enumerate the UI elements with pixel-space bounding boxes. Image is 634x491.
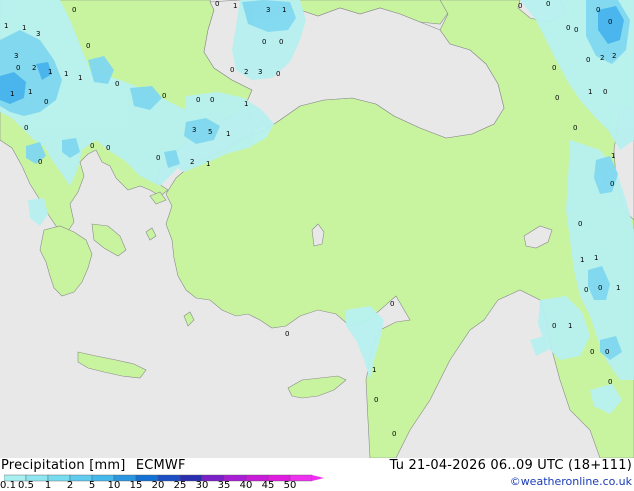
map-label: 0 <box>106 144 110 152</box>
map-label: 1 <box>594 254 598 262</box>
map-label: 0 <box>72 6 76 14</box>
map-label: 0 <box>608 18 612 26</box>
map-label: 0 <box>262 38 266 46</box>
map-label: 0 <box>584 286 588 294</box>
map-label: 0 <box>276 70 280 78</box>
map-label: 0 <box>518 2 522 10</box>
credit-link[interactable]: ©weatheronline.co.uk <box>510 475 632 488</box>
map-label: 0 <box>210 96 214 104</box>
map-label: 3 <box>14 52 18 60</box>
map-label: 0 <box>24 124 28 132</box>
map-label: 0 <box>605 348 609 356</box>
legend-tick-label: 35 <box>217 480 231 491</box>
legend-tick-label: 30 <box>195 480 209 491</box>
map-label: 1 <box>372 366 376 374</box>
map-label: 1 <box>226 130 230 138</box>
map-label: 1 <box>28 88 32 96</box>
map-label: 1 <box>282 6 286 14</box>
map-label: 0 <box>16 64 20 72</box>
map-label: 0 <box>590 348 594 356</box>
map-label: 0 <box>596 6 600 14</box>
map-label: 0 <box>608 378 612 386</box>
map-label: 1 <box>4 22 8 30</box>
map-label: 1 <box>580 256 584 264</box>
map-label: 1 <box>244 100 248 108</box>
map-label: 1 <box>10 90 14 98</box>
map-label: 1 <box>616 284 620 292</box>
map-label: 0 <box>390 300 394 308</box>
map-label: 1 <box>611 152 615 160</box>
legend-tick-label: 1 <box>44 480 52 491</box>
map-label: 0 <box>279 38 283 46</box>
model-name: ECMWF <box>135 458 186 473</box>
map-label: 0 <box>552 64 556 72</box>
map-label: 2 <box>612 52 616 60</box>
map-label: 1 <box>22 24 26 32</box>
map-label: 0 <box>578 220 582 228</box>
map-label: 0 <box>90 142 94 150</box>
map-label: 0 <box>285 330 289 338</box>
valid-time: Tu 21-04-2026 06..09 UTC (18+111) <box>389 458 632 473</box>
map-label: 0 <box>215 0 219 8</box>
map-label: 3 <box>266 6 270 14</box>
map-label: 5 <box>208 128 212 136</box>
map-label: 0 <box>162 92 166 100</box>
map-label: 0 <box>603 88 607 96</box>
map-label: 1 <box>233 2 237 10</box>
map-label: 1 <box>568 322 572 330</box>
legend-tick-label: 15 <box>129 480 143 491</box>
map-footer: Precipitation [mm] ECMWF Tu 21-04-2026 0… <box>0 458 634 491</box>
product-name: Precipitation [mm] <box>1 458 126 473</box>
map-label: 2 <box>190 158 194 166</box>
map-label: 1 <box>48 68 52 76</box>
legend-tick-label: 20 <box>151 480 165 491</box>
map-label: 0 <box>552 322 556 330</box>
map-label: 0 <box>38 158 42 166</box>
map-label: 0 <box>573 124 577 132</box>
map-label: 0 <box>374 396 378 404</box>
legend-tick-label: 2 <box>66 480 74 491</box>
map-label: 0 <box>586 56 590 64</box>
legend-tick-label: 50 <box>283 480 297 491</box>
map-label: 0 <box>86 42 90 50</box>
legend-tick-label: 5 <box>88 480 96 491</box>
precipitation-map: 0 1 3 1 0 0 0 0 0 1 3 1 0 0 0 2 3 0 0 3 … <box>0 0 634 459</box>
map-label: 3 <box>258 68 262 76</box>
map-label: 0 <box>598 284 602 292</box>
map-label: 1 <box>64 70 68 78</box>
legend-tick-label: 0.1 <box>0 480 16 491</box>
map-label: 0 <box>566 24 570 32</box>
map-label: 0 <box>392 430 396 438</box>
map-label: 0 <box>44 98 48 106</box>
map-label: 1 <box>588 88 592 96</box>
map-label: 0 <box>230 66 234 74</box>
legend-tick-label: 40 <box>239 480 253 491</box>
map-label: 1 <box>206 160 210 168</box>
product-title: Precipitation [mm] ECMWF <box>1 458 186 473</box>
map-label: 0 <box>156 154 160 162</box>
map-label: 2 <box>600 54 604 62</box>
map-label: 0 <box>546 0 550 8</box>
map-label: 0 <box>574 26 578 34</box>
map-label: 2 <box>244 68 248 76</box>
map-label: 3 <box>192 126 196 134</box>
map-label: 2 <box>32 64 36 72</box>
legend-tick-label: 25 <box>173 480 187 491</box>
map-label: 0 <box>115 80 119 88</box>
legend-tick-label: 10 <box>107 480 121 491</box>
map-canvas: 0 1 3 1 0 0 0 0 0 1 3 1 0 0 0 2 3 0 0 3 … <box>0 0 634 459</box>
map-label: 1 <box>78 74 82 82</box>
legend-tick-label: 0.5 <box>18 480 34 491</box>
legend-tick-label: 45 <box>261 480 275 491</box>
legend-ticks: 0.1 0.5 1 2 5 10 15 20 25 30 35 40 45 50 <box>0 480 330 491</box>
map-label: 3 <box>36 30 40 38</box>
map-label: 0 <box>196 96 200 104</box>
map-label: 0 <box>610 180 614 188</box>
map-label: 0 <box>555 94 559 102</box>
